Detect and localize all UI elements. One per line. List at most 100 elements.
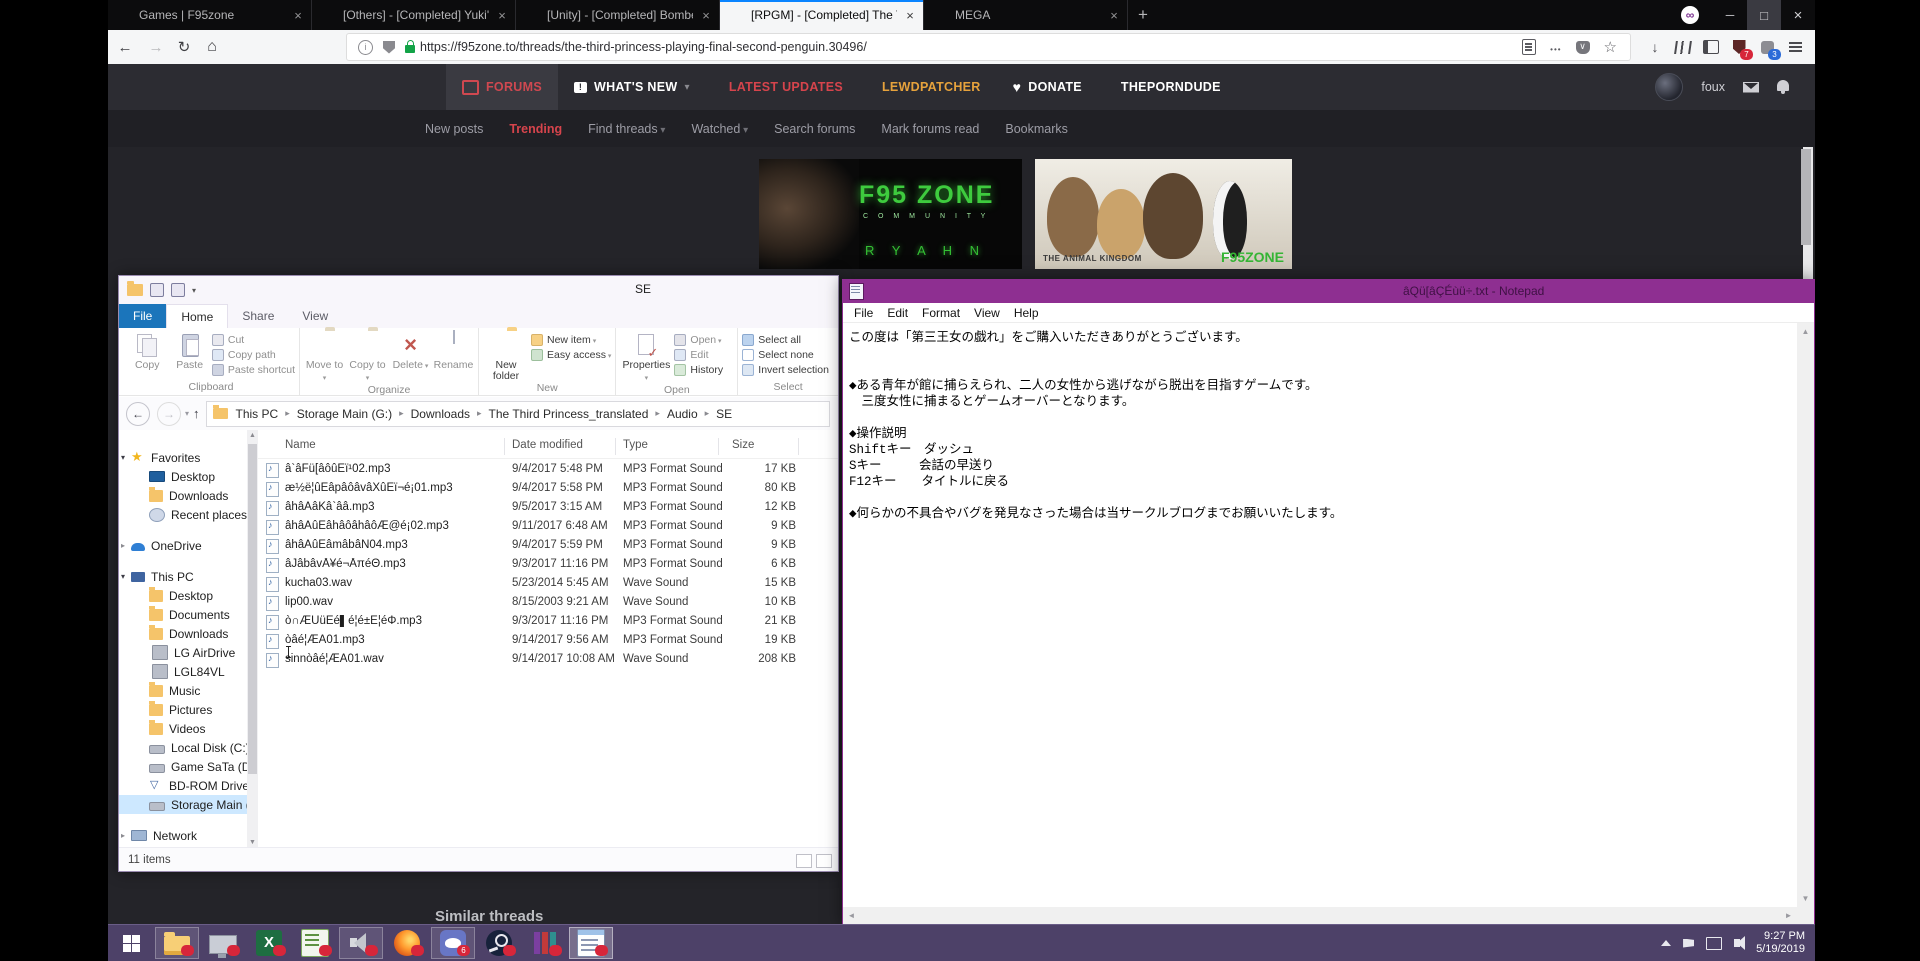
forum-nav-item[interactable]: DONATE — [997, 64, 1098, 110]
scroll-down-icon[interactable] — [1797, 890, 1814, 907]
hamburger-menu-icon[interactable] — [1781, 33, 1809, 61]
sidebar-tree-item[interactable]: OneDrive — [119, 536, 247, 555]
ribbon-tab[interactable]: Share — [228, 304, 288, 328]
details-view-icon[interactable] — [796, 854, 812, 868]
sidebar-tree-item[interactable]: Downloads — [119, 624, 247, 643]
file-row[interactable]: lip00.wav 8/15/2003 9:21 AM Wave Sound 1… — [258, 594, 838, 613]
scroll-right-icon[interactable] — [1780, 907, 1797, 924]
banner-animal-kingdom[interactable]: THE ANIMAL KINGDOM F95ZONE — [1035, 159, 1292, 269]
adblock-extension-icon[interactable]: 7 — [1725, 33, 1753, 61]
sidebar-tree-item[interactable]: LGL84VL — [119, 662, 247, 681]
forum-nav-item[interactable]: THEPORNDUDE — [1098, 64, 1237, 110]
breadcrumb-item[interactable]: Storage Main (G:) — [297, 407, 411, 421]
sidebar-tree-item[interactable]: LG AirDrive — [119, 643, 247, 662]
reader-mode-icon[interactable] — [1522, 39, 1536, 55]
column-header-date[interactable]: Date modified — [512, 439, 583, 451]
sidebar-tree-item[interactable]: Desktop — [119, 586, 247, 605]
subnav-link[interactable]: Watched — [691, 122, 748, 136]
file-row[interactable]: sinnòâé¦ÆÃ01.wav 9/14/2017 10:08 AM Wave… — [258, 651, 838, 670]
copy-to-button[interactable]: Copy to — [347, 330, 388, 384]
sidebar-tree-item[interactable]: Storage Main (G: — [119, 795, 247, 814]
volume-icon[interactable] — [1734, 939, 1740, 947]
file-row[interactable]: âhâAûEâhâôâhâôÆ@é¡02.mp3 9/11/2017 6:48 … — [258, 518, 838, 537]
paste-button[interactable]: Paste — [169, 330, 209, 371]
file-row[interactable]: â`âFü[âôûEï¹02.mp3 9/4/2017 5:48 PM MP3 … — [258, 461, 838, 480]
ribbon-tab[interactable]: View — [288, 304, 342, 328]
library-icon[interactable] — [1669, 33, 1697, 61]
sidebar-tree-item[interactable] — [119, 814, 247, 826]
history-button[interactable]: History — [674, 364, 723, 376]
subnav-link[interactable]: Search forums — [774, 122, 855, 136]
column-header-name[interactable]: Name — [285, 439, 316, 451]
sidebar-tree-item[interactable]: Documents — [119, 605, 247, 624]
cut-button[interactable]: Cut — [212, 334, 295, 346]
messages-icon[interactable] — [1743, 82, 1759, 93]
new-folder-button[interactable]: New folder — [483, 330, 529, 382]
start-button[interactable] — [108, 925, 154, 961]
subnav-link[interactable]: New posts — [425, 122, 483, 136]
file-row[interactable]: òâé¦ÆÃ01.mp3 9/14/2017 9:56 AM MP3 Forma… — [258, 632, 838, 651]
new-item-button[interactable]: New item — [531, 334, 611, 346]
file-row[interactable]: âhâAâKâ`ââ.mp3 9/5/2017 3:15 AM MP3 Form… — [258, 499, 838, 518]
forward-button[interactable] — [142, 39, 170, 56]
notifications-bell-icon[interactable] — [1777, 80, 1789, 94]
close-icon[interactable] — [291, 8, 305, 23]
browser-tab[interactable]: [Others] - [Completed] Yuki's T — [312, 0, 516, 30]
delete-button[interactable]: Delete — [390, 330, 431, 372]
sidebar-tree-item[interactable]: Favorites — [119, 448, 247, 467]
breadcrumb-item[interactable]: This PC — [236, 407, 297, 421]
notepad-title-bar[interactable]: âQü[âÇÉùü÷.txt - Notepad — [843, 280, 1814, 303]
bookmark-star-icon[interactable] — [1604, 38, 1617, 56]
forum-nav-item[interactable]: FORUMS — [446, 64, 558, 110]
sidebar-tree-item[interactable]: Videos — [119, 719, 247, 738]
downloads-icon[interactable] — [1641, 33, 1669, 61]
url-bar[interactable]: https://f95zone.to/threads/the-third-pri… — [346, 33, 1631, 61]
scroll-left-icon[interactable] — [843, 907, 860, 924]
username[interactable]: foux — [1701, 80, 1725, 94]
sidebar-tree-item[interactable]: Local Disk (C:) — [119, 738, 247, 757]
window-minimize-button[interactable] — [1713, 0, 1747, 30]
close-icon[interactable] — [1107, 8, 1121, 23]
pocket-icon[interactable] — [1576, 41, 1590, 54]
taskbar-app-button[interactable] — [201, 927, 245, 959]
breadcrumb[interactable]: This PCStorage Main (G:)DownloadsThe Thi… — [206, 401, 830, 427]
menu-item[interactable]: Edit — [880, 306, 915, 320]
file-row[interactable]: æ½ë¦ûEâpâôâvâXûEï¬é¡01.mp3 9/4/2017 5:58… — [258, 480, 838, 499]
sidebar-tree-item[interactable]: Pictures — [119, 700, 247, 719]
notepad-vertical-scrollbar[interactable] — [1797, 323, 1814, 907]
notepad-horizontal-scrollbar[interactable] — [843, 907, 1797, 924]
page-actions-icon[interactable] — [1550, 40, 1561, 55]
browser-tab[interactable]: MEGA — [924, 0, 1128, 30]
copy-button[interactable]: Copy — [127, 330, 167, 371]
close-icon[interactable] — [903, 8, 917, 23]
breadcrumb-item[interactable]: Audio — [667, 407, 716, 421]
banner-ryahn[interactable]: F95 ZONE C O M M U N I T Y R Y A H N — [759, 159, 1022, 269]
recent-locations-caret-icon[interactable] — [185, 409, 189, 418]
quick-access-icon[interactable] — [150, 283, 164, 297]
forum-nav-item[interactable]: WHAT'S NEW — [558, 64, 706, 110]
forum-nav-item[interactable]: LEWDPATCHER — [859, 64, 997, 110]
scroll-up-icon[interactable] — [1797, 323, 1814, 340]
sidebar-tree-item[interactable]: Downloads — [119, 486, 247, 505]
breadcrumb-item[interactable]: Downloads — [411, 407, 489, 421]
page-info-icon[interactable] — [358, 40, 373, 55]
invert-selection-button[interactable]: Invert selection — [742, 364, 829, 376]
breadcrumb-item[interactable]: The Third Princess_translated — [489, 407, 667, 421]
tracking-shield-icon[interactable] — [383, 41, 395, 54]
url-text[interactable]: https://f95zone.to/threads/the-third-pri… — [420, 40, 1515, 54]
paste-shortcut-button[interactable]: Paste shortcut — [212, 364, 295, 376]
file-row[interactable]: âhâAûEâmâbâN04.mp3 9/4/2017 5:59 PM MP3 … — [258, 537, 838, 556]
forum-nav-item[interactable]: LATEST UPDATES — [706, 64, 859, 110]
easy-access-button[interactable]: Easy access — [531, 349, 611, 361]
subnav-link[interactable]: Find threads — [588, 122, 665, 136]
extension-icon[interactable]: 3 — [1753, 33, 1781, 61]
nav-forward-button[interactable] — [157, 402, 181, 426]
taskbar-app-button[interactable] — [247, 927, 291, 959]
scroll-up-icon[interactable] — [247, 430, 258, 442]
rename-button[interactable]: Rename — [433, 330, 474, 371]
select-none-button[interactable]: Select none — [742, 349, 829, 361]
sidebar-tree-item[interactable]: Game SaTa (D:) — [119, 757, 247, 776]
menu-item[interactable]: File — [847, 306, 880, 320]
scrollbar-thumb[interactable] — [1801, 149, 1811, 245]
sidebar-tree-item[interactable] — [119, 524, 247, 536]
